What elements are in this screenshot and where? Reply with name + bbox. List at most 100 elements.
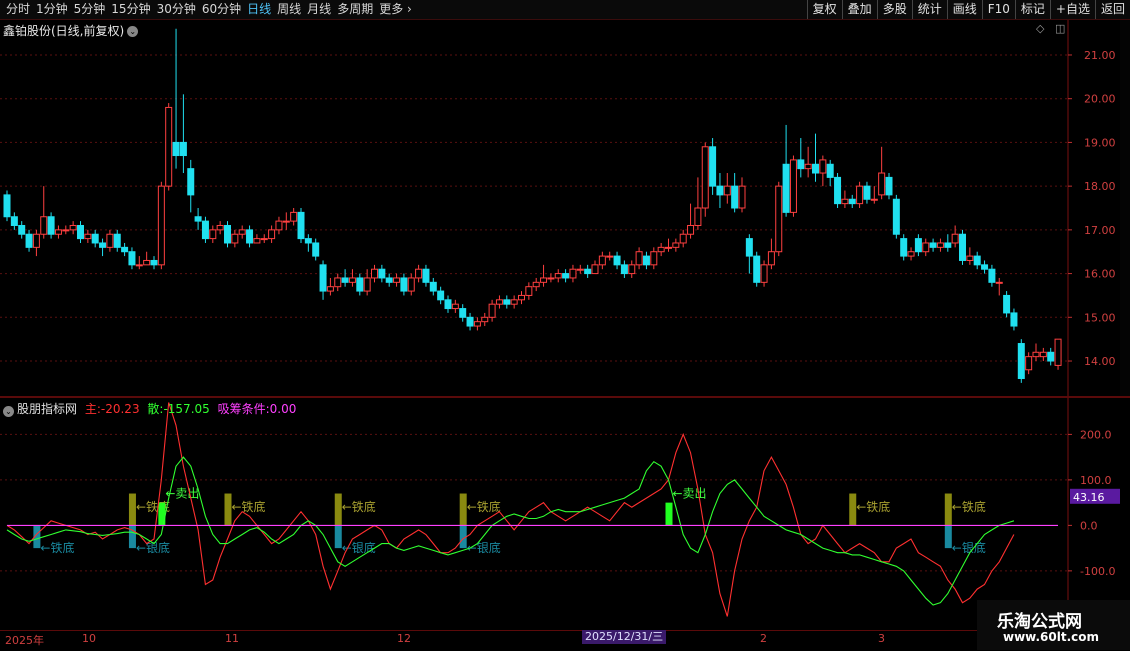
candle[interactable] bbox=[988, 264, 996, 287]
candle[interactable] bbox=[569, 264, 577, 283]
candle[interactable] bbox=[591, 260, 599, 275]
candle[interactable] bbox=[650, 247, 658, 270]
candle[interactable] bbox=[459, 304, 467, 322]
candle[interactable] bbox=[863, 181, 871, 204]
candle[interactable] bbox=[812, 133, 819, 182]
candle[interactable] bbox=[959, 229, 966, 265]
candle[interactable] bbox=[400, 273, 408, 296]
candle[interactable] bbox=[709, 138, 717, 195]
indicator-chart[interactable]: -100.0 0.0 100.0 200.0 ←铁底 ←银底 ←铁底 ←卖出 ←铁底 ←铁底 ←银底… bbox=[0, 398, 1130, 630]
candle[interactable] bbox=[378, 264, 386, 283]
candle[interactable] bbox=[613, 251, 621, 270]
candle[interactable] bbox=[84, 229, 92, 243]
candle[interactable] bbox=[745, 234, 753, 274]
candle[interactable] bbox=[334, 273, 342, 292]
tab-2[interactable]: 5分钟 bbox=[74, 0, 106, 19]
signal-marker[interactable]: ←铁底 bbox=[849, 493, 890, 526]
candle[interactable] bbox=[819, 155, 827, 187]
candle[interactable] bbox=[216, 221, 224, 235]
candle[interactable] bbox=[738, 177, 746, 213]
tab-4[interactable]: 30分钟 bbox=[157, 0, 196, 19]
candle[interactable] bbox=[1003, 291, 1011, 318]
candle[interactable] bbox=[672, 238, 680, 252]
candle[interactable] bbox=[47, 212, 55, 239]
candle[interactable] bbox=[635, 247, 643, 270]
candle[interactable] bbox=[995, 277, 1003, 296]
candle[interactable] bbox=[422, 264, 430, 287]
candle[interactable] bbox=[481, 312, 489, 327]
candle[interactable] bbox=[157, 181, 165, 270]
candle[interactable] bbox=[1032, 343, 1040, 362]
candle[interactable] bbox=[437, 286, 445, 305]
candle[interactable] bbox=[326, 277, 334, 296]
candle[interactable] bbox=[760, 260, 768, 287]
candle[interactable] bbox=[69, 221, 77, 235]
candle[interactable] bbox=[312, 238, 320, 261]
toolbar-button-1[interactable]: 叠加 bbox=[841, 0, 877, 19]
toolbar-button-2[interactable]: 多股 bbox=[876, 0, 912, 19]
candle[interactable] bbox=[782, 124, 790, 217]
candle[interactable] bbox=[973, 251, 981, 270]
tab-5[interactable]: 60分钟 bbox=[202, 0, 241, 19]
candle[interactable] bbox=[290, 208, 298, 226]
candle[interactable] bbox=[341, 269, 349, 287]
candle[interactable] bbox=[914, 234, 922, 257]
candle[interactable] bbox=[135, 256, 143, 270]
candle[interactable] bbox=[99, 238, 107, 257]
candle[interactable] bbox=[584, 264, 592, 278]
candle[interactable] bbox=[679, 229, 687, 248]
candle[interactable] bbox=[789, 155, 797, 217]
candle[interactable] bbox=[885, 173, 893, 200]
candle[interactable] bbox=[687, 203, 695, 239]
candle[interactable] bbox=[268, 225, 276, 243]
candle[interactable] bbox=[77, 221, 84, 243]
candle[interactable] bbox=[826, 159, 834, 187]
candle[interactable] bbox=[606, 251, 614, 261]
candle[interactable] bbox=[348, 269, 356, 287]
candle[interactable] bbox=[723, 173, 731, 204]
candle[interactable] bbox=[510, 295, 518, 309]
candle[interactable] bbox=[415, 264, 423, 283]
candle[interactable] bbox=[466, 312, 474, 331]
candle[interactable] bbox=[10, 212, 18, 230]
candle[interactable] bbox=[495, 295, 503, 309]
candle[interactable] bbox=[275, 216, 283, 235]
candle[interactable] bbox=[878, 146, 886, 200]
toolbar-button-7[interactable]: +自选 bbox=[1049, 0, 1095, 19]
candle[interactable] bbox=[797, 138, 805, 178]
toolbar-button-8[interactable]: 返回 bbox=[1094, 0, 1130, 19]
candle[interactable] bbox=[731, 173, 739, 213]
candle[interactable] bbox=[297, 208, 305, 243]
candle[interactable] bbox=[767, 238, 775, 270]
candle[interactable] bbox=[856, 181, 864, 208]
candle[interactable] bbox=[319, 260, 327, 300]
candle[interactable] bbox=[231, 229, 239, 248]
tab-0[interactable]: 分时 bbox=[6, 0, 30, 19]
candle[interactable] bbox=[179, 94, 187, 174]
candle[interactable] bbox=[1025, 352, 1033, 375]
signal-marker[interactable]: ←铁底 bbox=[944, 493, 986, 526]
tab-6[interactable]: 日线 bbox=[247, 0, 271, 19]
toolbar-button-6[interactable]: 标记 bbox=[1014, 0, 1050, 19]
candle[interactable] bbox=[1010, 308, 1018, 331]
candle[interactable] bbox=[701, 142, 709, 217]
candle[interactable] bbox=[1047, 347, 1055, 366]
tab-10[interactable]: 更多 › bbox=[379, 0, 412, 19]
candle[interactable] bbox=[642, 251, 650, 270]
tab-1[interactable]: 1分钟 bbox=[36, 0, 68, 19]
candle[interactable] bbox=[40, 186, 48, 239]
candle[interactable] bbox=[1054, 338, 1062, 370]
candle[interactable] bbox=[18, 221, 26, 239]
tab-9[interactable]: 多周期 bbox=[337, 0, 373, 19]
candle[interactable] bbox=[804, 146, 812, 178]
candle[interactable] bbox=[657, 242, 665, 257]
candle[interactable] bbox=[576, 264, 584, 274]
candle[interactable] bbox=[488, 299, 496, 322]
candle[interactable] bbox=[598, 251, 606, 270]
candlestick-chart[interactable]: 14.00 15.00 16.00 17.00 18.00 19.00 20.00 21.00 bbox=[0, 20, 1130, 396]
candle[interactable] bbox=[907, 247, 915, 261]
candle[interactable] bbox=[444, 295, 452, 313]
candle[interactable] bbox=[246, 225, 254, 248]
toolbar-button-5[interactable]: F10 bbox=[981, 0, 1015, 19]
candle[interactable] bbox=[951, 225, 959, 248]
